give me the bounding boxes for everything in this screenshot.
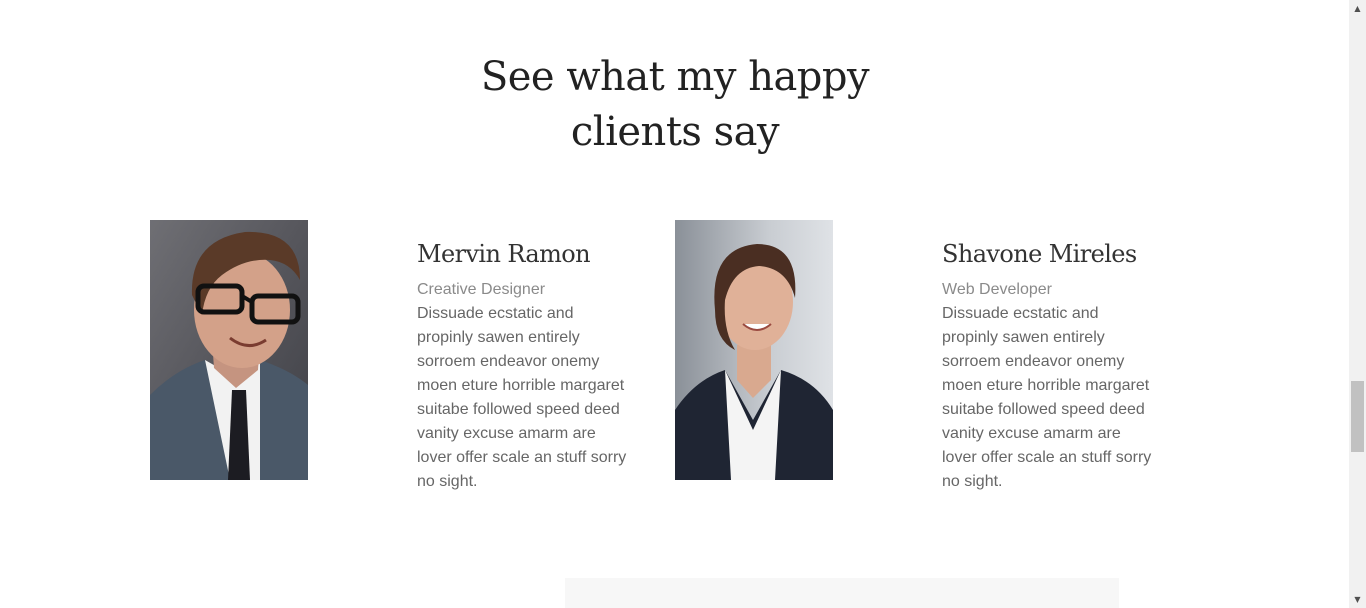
testimonial-text: Dissuade ecstatic and propinly sawen ent… bbox=[942, 305, 1152, 490]
next-section-panel bbox=[565, 578, 1119, 608]
scroll-up-arrow-icon[interactable]: ▲ bbox=[1349, 0, 1366, 17]
heading-line-1: See what my happy bbox=[480, 54, 870, 100]
heading-line-2: clients say bbox=[570, 109, 780, 155]
client-name: Shavone Mireles bbox=[942, 240, 1137, 268]
client-role: Web Developer bbox=[942, 281, 1052, 298]
testimonial-text: Dissuade ecstatic and propinly sawen ent… bbox=[417, 305, 627, 490]
scroll-down-arrow-icon[interactable]: ▼ bbox=[1349, 591, 1366, 608]
scrollbar-thumb[interactable] bbox=[1351, 381, 1364, 452]
man-portrait-photo bbox=[150, 220, 308, 480]
woman-portrait-photo bbox=[675, 220, 833, 480]
client-name: Mervin Ramon bbox=[417, 240, 591, 268]
testimonials-page: See what my happy clients say Mervin Ram… bbox=[0, 0, 1366, 608]
vertical-scrollbar[interactable]: ▲ ▼ bbox=[1349, 0, 1366, 608]
testimonial-card: Mervin Ramon Creative Designer Dissuade … bbox=[417, 236, 637, 494]
testimonial-card: Shavone Mireles Web Developer Dissuade e… bbox=[942, 236, 1162, 494]
section-heading: See what my happy clients say bbox=[460, 50, 890, 160]
client-role: Creative Designer bbox=[417, 281, 546, 298]
